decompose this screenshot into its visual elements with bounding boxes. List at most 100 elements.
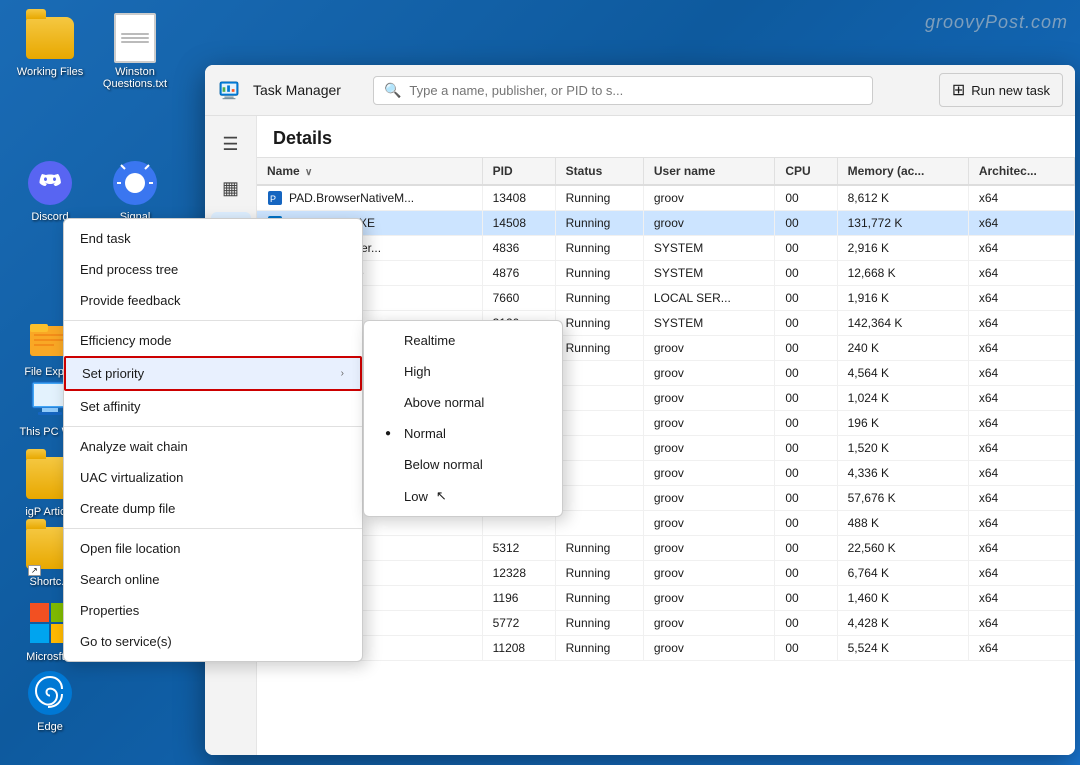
table-row[interactable]: lickToRun.exe 4876 Running SYSTEM 00 12,… (257, 261, 1075, 286)
cell-memory: 1,916 K (837, 286, 968, 311)
cell-pid: 13408 (482, 185, 555, 211)
cell-cpu: 00 (775, 411, 837, 436)
context-menu-item-provide-feedback[interactable]: Provide feedback (64, 285, 362, 316)
search-bar[interactable]: 🔍 (373, 76, 873, 105)
submenu-item-label: Low (404, 489, 428, 504)
table-row[interactable]: O OUTLOOK.EXE 14508 Running groov 00 131… (257, 211, 1075, 236)
desktop-icon-working-files[interactable]: Working Files (10, 10, 90, 82)
context-menu-item-efficiency-mode[interactable]: Efficiency mode (64, 325, 362, 356)
cell-memory: 240 K (837, 336, 968, 361)
col-pid[interactable]: PID (482, 158, 555, 185)
run-new-task-button[interactable]: ⊞ Run new task (939, 73, 1063, 107)
desktop-icon-signal[interactable]: Signal (95, 155, 175, 227)
table-row[interactable]: .exe 5312 Running groov 00 22,560 K x64 (257, 536, 1075, 561)
context-menu-item-label: End task (80, 231, 131, 246)
col-arch[interactable]: Architec... (968, 158, 1074, 185)
col-status[interactable]: Status (555, 158, 643, 185)
context-menu-item-end-task[interactable]: End task (64, 223, 362, 254)
table-row[interactable]: .exe 7660 Running LOCAL SER... 00 1,916 … (257, 286, 1075, 311)
desktop-icon-discord[interactable]: Discord (10, 155, 90, 227)
context-menu-item-end-process-tree[interactable]: End process tree (64, 254, 362, 285)
task-manager-icon (217, 78, 241, 102)
processes-icon: ▦ (222, 178, 239, 199)
desktop-icon-edge[interactable]: Edge (10, 665, 90, 737)
submenu-item-above-normal[interactable]: Above normal (364, 387, 562, 418)
context-menu-item-create-dump-file[interactable]: Create dump file (64, 493, 362, 524)
cell-arch: x64 (968, 461, 1074, 486)
table-row[interactable]: .exe 1196 Running groov 00 1,460 K x64 (257, 586, 1075, 611)
context-menu-item-properties[interactable]: Properties (64, 595, 362, 626)
submenu-item-high[interactable]: High (364, 356, 562, 387)
col-name[interactable]: Name ∨ (257, 158, 482, 185)
submenu-item-normal[interactable]: ●Normal (364, 418, 562, 449)
context-menu-separator (64, 320, 362, 321)
cell-status: Running (555, 311, 643, 336)
submenu-item-label: Below normal (404, 457, 483, 472)
icon-label: Edge (37, 721, 63, 733)
context-menu-item-open-file-location[interactable]: Open file location (64, 533, 362, 564)
cell-status: Running (555, 336, 643, 361)
cell-arch: x64 (968, 561, 1074, 586)
cell-memory: 22,560 K (837, 536, 968, 561)
cell-cpu: 00 (775, 561, 837, 586)
context-menu-item-search-online[interactable]: Search online (64, 564, 362, 595)
cell-memory: 131,772 K (837, 211, 968, 236)
table-row[interactable]: .exe 5772 Running groov 00 4,428 K x64 (257, 611, 1075, 636)
cell-user: groov (643, 185, 775, 211)
table-row[interactable]: p.IGCC.WinSer... 4836 Running SYSTEM 00 … (257, 236, 1075, 261)
run-new-task-icon: ⊞ (952, 80, 965, 100)
discord-icon (26, 159, 74, 207)
context-menu-item-set-priority[interactable]: Set priority› (64, 356, 362, 391)
doc-icon (111, 14, 159, 62)
cell-status: Running (555, 236, 643, 261)
cell-status: Running (555, 536, 643, 561)
signal-icon (111, 159, 159, 207)
cell-memory: 1,460 K (837, 586, 968, 611)
context-menu-item-uac-virtualization[interactable]: UAC virtualization (64, 462, 362, 493)
context-menu-item-label: Properties (80, 603, 139, 618)
submenu-item-realtime[interactable]: Realtime (364, 325, 562, 356)
cell-user: groov (643, 511, 775, 536)
cell-memory: 4,564 K (837, 361, 968, 386)
cell-status (555, 386, 643, 411)
submenu-item-low[interactable]: Low ↖ (364, 480, 562, 512)
cell-status (555, 511, 643, 536)
cell-user: groov (643, 361, 775, 386)
context-menu-item-label: Create dump file (80, 501, 175, 516)
cell-status: Running (555, 561, 643, 586)
context-menu-item-label: Set affinity (80, 399, 140, 414)
col-cpu[interactable]: CPU (775, 158, 837, 185)
desktop-icon-winston[interactable]: WinstonQuestions.txt (95, 10, 175, 94)
context-menu-item-analyze-wait-chain[interactable]: Analyze wait chain (64, 431, 362, 462)
context-menu-item-label: End process tree (80, 262, 178, 277)
sidebar-hamburger-button[interactable]: ☰ (211, 124, 251, 164)
submenu-item-below-normal[interactable]: Below normal (364, 449, 562, 480)
cell-user: groov (643, 611, 775, 636)
cell-arch: x64 (968, 611, 1074, 636)
window-title: Task Manager (253, 82, 341, 98)
submenu-item-label: Normal (404, 426, 446, 441)
cursor-icon: ↖ (436, 488, 447, 504)
search-input[interactable] (409, 83, 862, 98)
submenu-item-label: Realtime (404, 333, 455, 348)
col-memory[interactable]: Memory (ac... (837, 158, 968, 185)
cell-pid: 5772 (482, 611, 555, 636)
cell-pid: 5312 (482, 536, 555, 561)
table-row[interactable]: P PAD.BrowserNativeM... 13408 Running gr… (257, 185, 1075, 211)
cell-user: LOCAL SER... (643, 286, 775, 311)
cell-status: Running (555, 636, 643, 661)
sidebar-processes-button[interactable]: ▦ (211, 168, 251, 208)
context-menu-item-go-to-services[interactable]: Go to service(s) (64, 626, 362, 657)
context-menu-separator (64, 528, 362, 529)
cell-user: groov (643, 336, 775, 361)
icon-label: WinstonQuestions.txt (103, 66, 167, 90)
col-user[interactable]: User name (643, 158, 775, 185)
context-menu-item-set-affinity[interactable]: Set affinity (64, 391, 362, 422)
cell-pid: 12328 (482, 561, 555, 586)
cell-user: SYSTEM (643, 311, 775, 336)
table-row[interactable]: msedge.exe 11208 Running groov 00 5,524 … (257, 636, 1075, 661)
table-row[interactable]: .exe 12328 Running groov 00 6,764 K x64 (257, 561, 1075, 586)
cell-memory: 4,336 K (837, 461, 968, 486)
cell-status: Running (555, 611, 643, 636)
cell-cpu: 00 (775, 336, 837, 361)
